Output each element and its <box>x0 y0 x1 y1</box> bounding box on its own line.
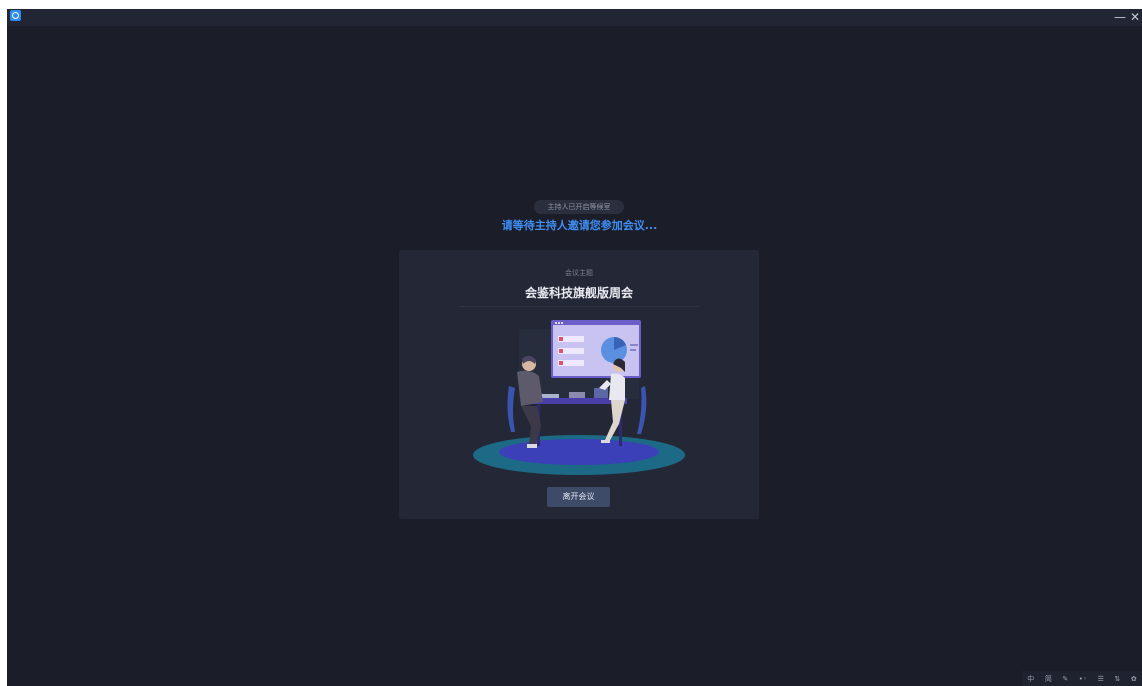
close-button[interactable]: ✕ <box>1128 9 1142 26</box>
app-window: — ✕ 主持人已开启等候室 请等待主持人邀请您参加会议... 会议主题 会鉴科技… <box>7 9 1142 686</box>
ime-simplified-mode[interactable]: 简 <box>1045 674 1052 684</box>
ime-settings-icon[interactable]: ✿ <box>1131 675 1137 683</box>
meeting-illustration <box>473 320 685 475</box>
leave-meeting-button[interactable]: 离开会议 <box>547 487 610 507</box>
meeting-topic-label: 会议主题 <box>565 269 593 277</box>
ime-handwriting-icon[interactable]: ✎ <box>1062 675 1068 683</box>
ime-chinese-mode[interactable]: 中 <box>1027 674 1034 684</box>
title-bar: — ✕ <box>7 9 1142 26</box>
app-logo-icon <box>10 10 21 21</box>
left-chair <box>507 386 515 432</box>
waiting-message: 请等待主持人邀请您参加会议... <box>501 219 658 232</box>
waiting-room-status-badge: 主持人已开启等候室 <box>534 200 624 214</box>
ime-toolbox-icon[interactable]: ⇅ <box>1114 675 1120 683</box>
minimize-button[interactable]: — <box>1113 9 1127 26</box>
card-divider <box>459 306 699 307</box>
meeting-card: 会议主题 会鉴科技旗舰版周会 离开会议 <box>399 250 759 519</box>
meeting-topic-title: 会鉴科技旗舰版周会 <box>524 286 633 300</box>
ime-toolbar: 中 简 ✎ •◦ ☰ ⇅ ✿ <box>1022 671 1142 686</box>
stage-floor <box>499 439 659 465</box>
ime-punctuation-icon[interactable]: •◦ <box>1079 675 1087 683</box>
ime-keyboard-icon[interactable]: ☰ <box>1098 675 1104 683</box>
